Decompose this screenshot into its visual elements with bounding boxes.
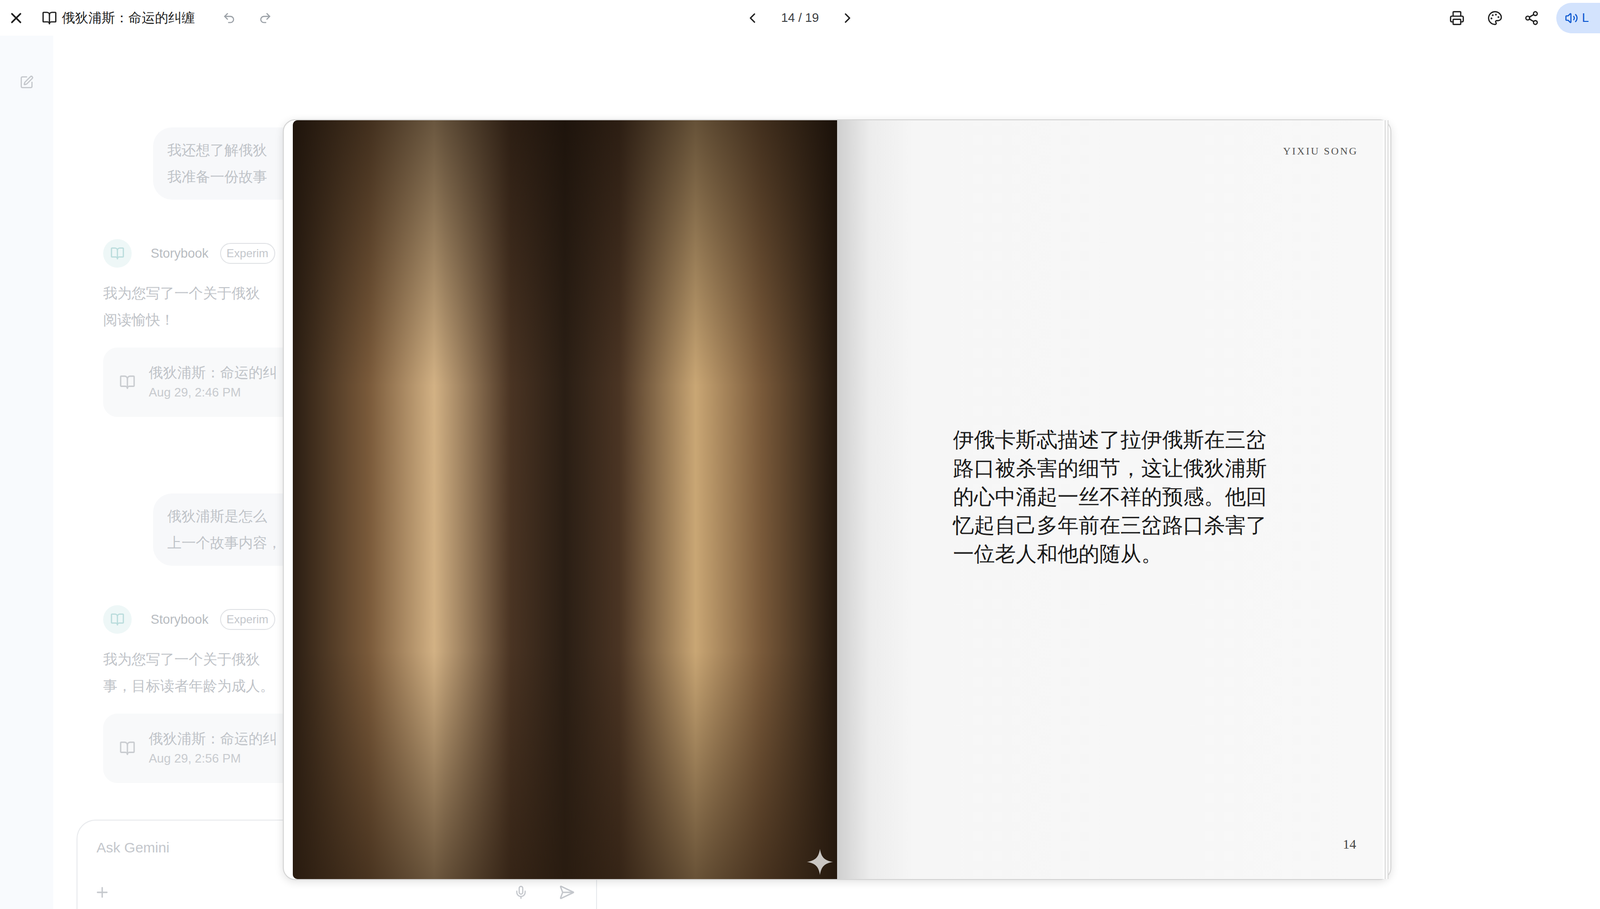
book-icon [41,10,58,26]
storybook-viewer: YIXIU SONG 伊俄卡斯忒描述了拉伊俄斯在三岔路口被杀害的细节，这让俄狄浦斯… [282,119,1392,880]
chevron-left-icon [744,9,761,27]
app: 俄狄浦斯：命运的纠缠14 / 19L我还想了解俄狄我准备一份故事Storyboo… [0,0,1600,909]
text-page: YIXIU SONG 伊俄卡斯忒描述了拉伊俄斯在三岔路口被杀害的细节，这让俄狄浦斯… [837,120,1383,879]
sparkle-icon [805,847,835,877]
top-bar-right: L [857,2,1600,34]
floor-light [292,120,838,879]
share-icon [1523,10,1540,26]
palette-icon [1487,10,1503,26]
redo-icon [258,11,272,25]
page-body: 伊俄卡斯忒描述了拉伊俄斯在三岔路口被杀害的细节，这让俄狄浦斯的心中涌起一丝不祥的… [837,158,1383,835]
edit-icon [19,75,34,90]
storybook-icon [103,605,132,634]
new-chat-button[interactable] [17,72,37,92]
listen-label: L [1581,8,1589,28]
story-card-title: 俄狄浦斯：命运的纠 [148,728,278,749]
bot-name: Storybook [150,243,209,264]
next-page-button[interactable] [838,8,858,28]
listen-button[interactable]: L [1556,2,1600,34]
author-name: YIXIU SONG [1282,143,1359,159]
speaker-icon [1564,11,1579,25]
top-bar: 俄狄浦斯：命运的纠缠 14 / 19 L [0,0,1600,36]
page-footer: 14 [837,834,1383,879]
sidebar [0,35,54,909]
page-number: 14 [1342,834,1357,855]
story-card-text: 俄狄浦斯：命运的纠Aug 29, 2:56 PM [148,728,278,768]
previous-page-button[interactable] [742,8,762,28]
story-card-text: 俄狄浦斯：命运的纠Aug 29, 2:46 PM [148,362,278,402]
chevron-right-icon [839,9,856,27]
story-card-date: Aug 29, 2:46 PM [148,382,278,402]
page-nav: 14 / 19 [742,8,858,28]
storybook-icon [103,239,132,268]
page-indicator: 14 / 19 [780,8,820,28]
input-actions [96,881,578,903]
page-header: YIXIU SONG [837,120,1383,159]
story-card-date: Aug 29, 2:56 PM [148,748,278,768]
undo-button[interactable] [219,8,239,28]
book-icon [119,740,136,757]
undo-icon [222,11,236,25]
bot-name: Storybook [150,609,209,630]
story-card-title: 俄狄浦斯：命运的纠 [148,362,278,383]
send-button[interactable] [556,881,578,903]
print-button[interactable] [1446,7,1468,29]
send-icon [558,884,575,901]
share-button[interactable] [1521,7,1543,29]
add-button[interactable] [91,881,113,903]
mic-button[interactable] [510,881,532,903]
window-title: 俄狄浦斯：命运的纠缠 [61,8,195,29]
close-icon [7,9,25,27]
story-text: 伊俄卡斯忒描述了拉伊俄斯在三岔路口被杀害的细节，这让俄狄浦斯的心中涌起一丝不祥的… [953,425,1273,569]
experimental-badge: Experim [220,242,276,264]
experimental-badge: Experim [220,608,276,630]
book-icon [119,374,136,391]
top-bar-left: 俄狄浦斯：命运的纠缠 [0,8,743,29]
illustration [292,120,838,879]
redo-button[interactable] [255,8,275,28]
theme-button[interactable] [1484,7,1506,29]
close-button[interactable] [6,8,26,28]
printer-icon [1449,10,1465,26]
plus-icon [94,884,111,901]
mic-icon [513,885,529,900]
